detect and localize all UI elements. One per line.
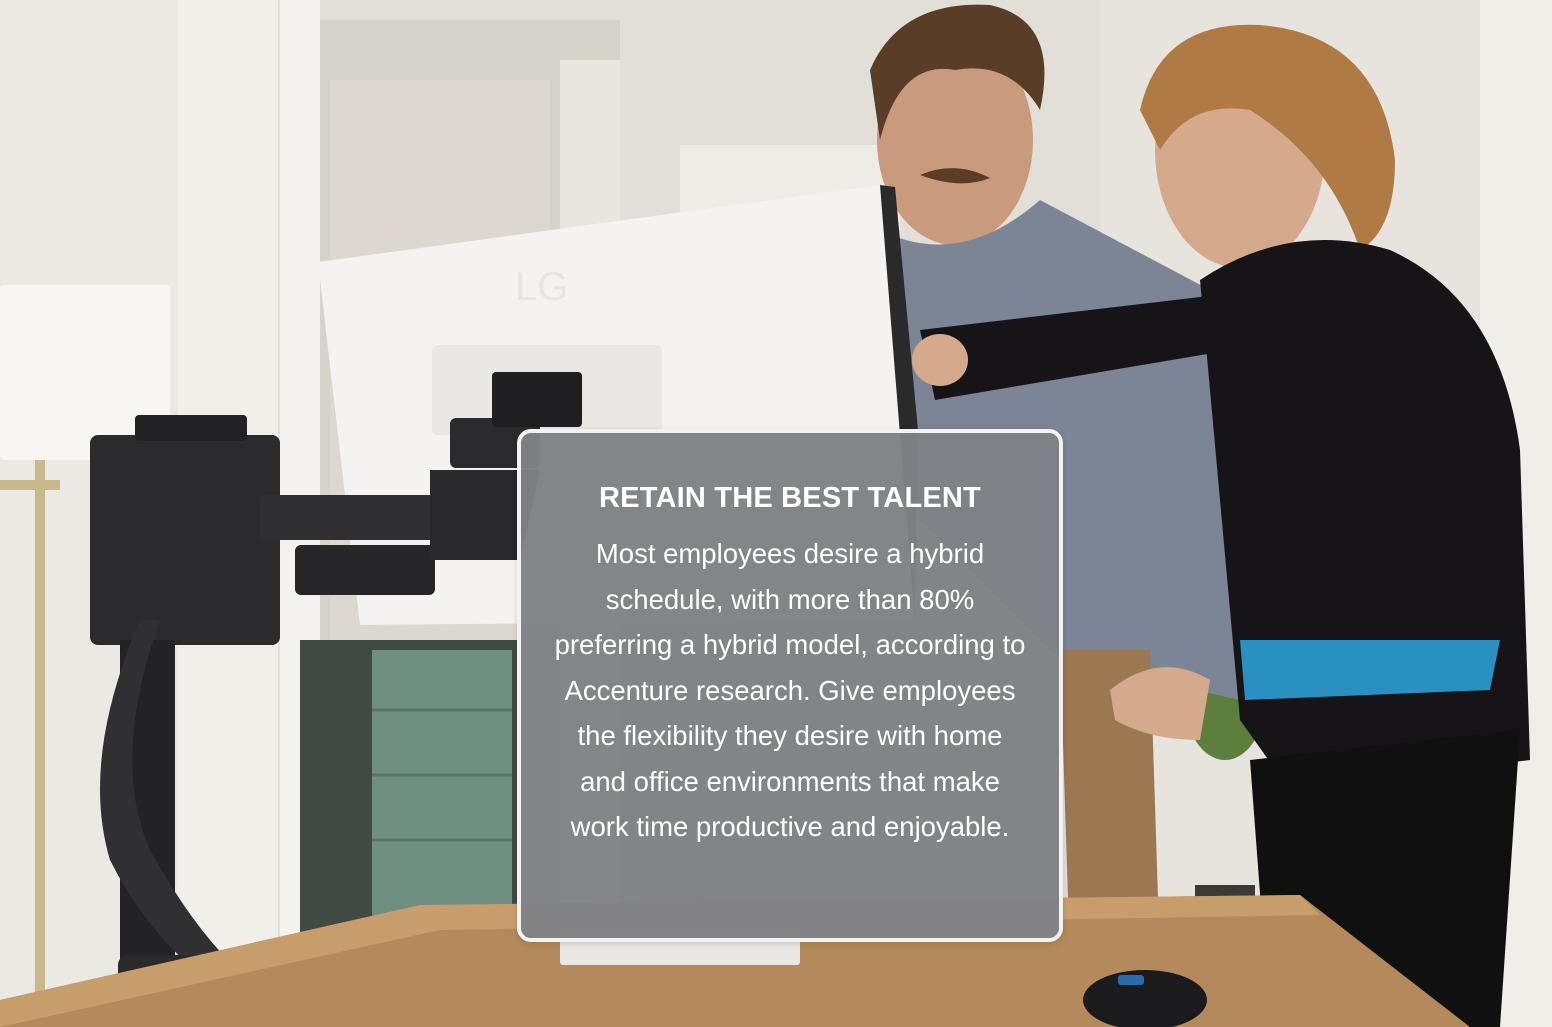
info-card: RETAIN THE BEST TALENT Most employees de… [517,429,1063,942]
hero-section: LG RETAIN THE BEST TALENT Most employees… [0,0,1552,1027]
monitor-logo: LG [515,265,568,309]
card-title: RETAIN THE BEST TALENT [599,482,981,514]
card-body: Most employees desire a hybrid schedule,… [554,538,1026,842]
